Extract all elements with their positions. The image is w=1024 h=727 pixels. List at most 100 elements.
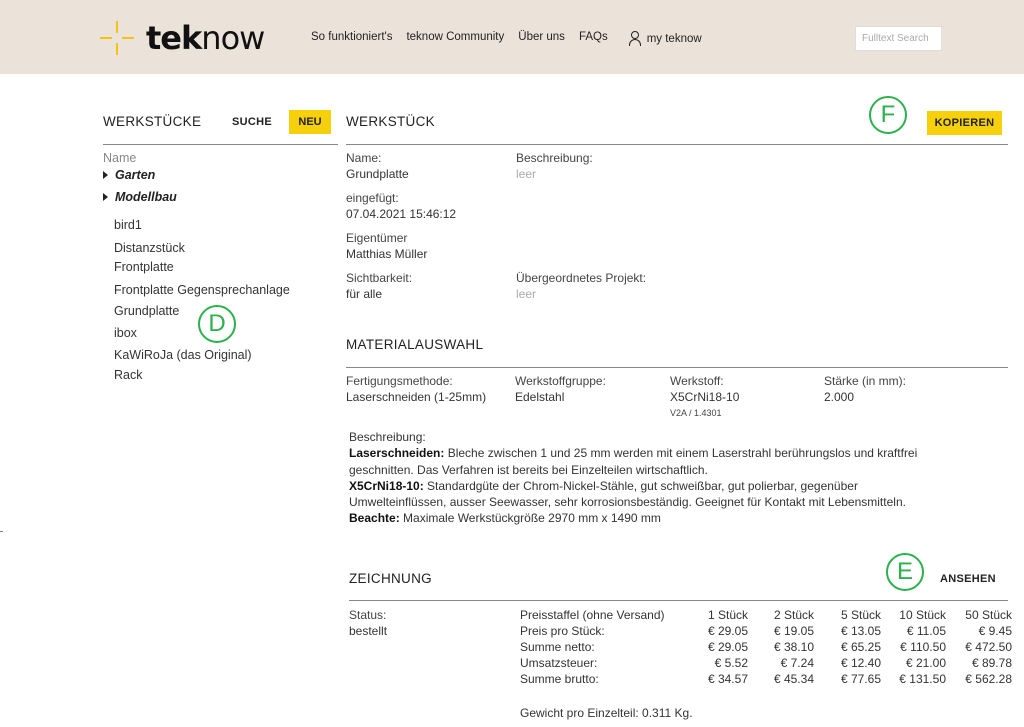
price-cell: € 110.50 [900,640,946,654]
price-cell: € 89.78 [971,656,1012,670]
price-cell: € 12.40 [840,656,881,670]
price-cell: € 562.28 [965,672,1012,686]
beschreibung-value: leer [516,167,537,181]
methode-value: Laserschneiden (1-25mm) [346,390,487,404]
price-cell: € 13.05 [840,624,881,638]
eingefuegt-label: eingefügt: [346,191,399,205]
price-cell: € 34.57 [707,672,748,686]
price-cell: € 19.05 [773,624,814,638]
site-header: teknow So funktioniert's teknow Communit… [0,0,1024,74]
sichtbarkeit-value: für alle [346,287,383,301]
teknow-logo[interactable]: teknow [100,18,265,58]
steel-desc: X5CrNi18-10: Standardgüte der Chrom-Nick… [349,478,906,510]
price-cell: € 9.45 [978,624,1012,638]
list-item[interactable]: Rack [114,368,142,382]
price-cell: € 5.52 [714,656,748,670]
price-cell: € 65.25 [840,640,881,654]
zeichnung-title: ZEICHNUNG [349,571,432,586]
column-header-name[interactable]: Name [103,151,136,165]
price-cell: € 472.50 [965,640,1012,654]
nav-ueber-uns[interactable]: Über uns [518,31,565,46]
edge-mark [0,531,3,532]
gewicht-text: Gewicht pro Einzelteil: 0.311 Kg. [520,706,693,720]
expand-arrow-icon [103,193,108,201]
ansehen-button[interactable]: ANSEHEN [940,573,996,585]
fulltext-search-input[interactable]: Fulltext Search [855,26,942,51]
divider [346,144,1008,145]
list-item[interactable]: Distanzstück [114,241,185,255]
expand-arrow-icon [103,171,108,179]
list-item[interactable]: ibox [114,326,137,340]
logo-text: teknow [146,19,265,57]
eingefuegt-value: 07.04.2021 15:46:12 [346,207,457,221]
staerke-value: 2.000 [824,390,855,404]
gruppe-label: Werkstoffgruppe: [515,374,606,388]
projekt-value: leer [516,287,537,301]
price-header-label: Preisstaffel (ohne Versand) [520,608,665,622]
my-teknow-label: my teknow [646,32,702,45]
price-cell: € 45.34 [773,672,814,686]
price-cell: € 21.00 [905,656,946,670]
col-5: 5 Stück [840,608,881,622]
divider [103,144,338,145]
annotation-f: F [869,96,907,134]
list-item[interactable]: Frontplatte Gegensprechanlage [114,283,290,297]
nav-community[interactable]: teknow Community [406,31,504,46]
nav-faqs[interactable]: FAQs [579,31,608,46]
user-icon [628,31,642,46]
col-1: 1 Stück [707,608,748,622]
divider [346,367,1008,368]
price-cell: € 7.24 [780,656,814,670]
folder-garten[interactable]: Garten [103,168,155,182]
werkstoff-value: X5CrNi18-10 [670,390,740,404]
material-description: Beschreibung: Laserschneiden: Bleche zwi… [349,429,939,527]
row-label: Umsatzsteuer: [520,656,598,670]
methode-label: Fertigungsmethode: [346,374,453,388]
annotation-e: E [886,553,924,591]
neu-button[interactable]: NEU [289,110,331,134]
name-label: Name: [346,151,382,165]
folder-label: Modellbau [115,190,177,204]
list-item[interactable]: Frontplatte [114,260,174,274]
col-10: 10 Stück [899,608,946,622]
werkstueck-title: WERKSTÜCK [346,114,435,129]
status-value: bestellt [349,624,388,638]
note-desc: Beachte: Maximale Werkstückgröße 2970 mm… [349,511,661,526]
eigentuemer-value: Matthias Müller [346,247,428,261]
col-2: 2 Stück [773,608,814,622]
price-cell: € 11.05 [906,624,946,638]
price-cell: € 38.10 [773,640,814,654]
list-item[interactable]: bird1 [114,218,142,232]
status-label: Status: [349,608,387,622]
nav-so-funktionierts[interactable]: So funktioniert's [311,31,392,46]
gruppe-value: Edelstahl [515,390,565,404]
projekt-label: Übergeordnetes Projekt: [516,271,647,285]
sichtbarkeit-label: Sichtbarkeit: [346,271,413,285]
price-cell: € 29.05 [707,640,748,654]
folder-label: Garten [115,168,156,182]
werkstoff-sub: V2A / 1.4301 [670,408,722,418]
kopieren-button[interactable]: KOPIEREN [927,111,1002,135]
price-cell: € 77.65 [840,672,881,686]
list-item[interactable]: KaWiRoJa (das Original) [114,348,252,362]
list-item[interactable]: Grundplatte [114,304,179,318]
eigentuemer-label: Eigentümer [346,231,408,245]
annotation-d: D [198,305,236,343]
materialauswahl-title: MATERIALAUSWAHL [346,337,484,352]
folder-modellbau[interactable]: Modellbau [103,190,177,204]
name-value: Grundplatte [346,167,409,181]
price-cell: € 29.05 [707,624,748,638]
staerke-label: Stärke (in mm): [824,374,907,388]
suche-button[interactable]: SUCHE [232,116,272,128]
laser-desc: Laserschneiden: Bleche zwischen 1 und 25… [349,446,918,477]
nav-my-teknow[interactable]: my teknow [628,31,702,46]
row-label: Summe brutto: [520,672,599,686]
main-nav: So funktioniert's teknow Community Über … [311,31,702,46]
row-label: Preis pro Stück: [520,624,605,638]
beschreibung-label: Beschreibung: [516,151,593,165]
desc-label: Beschreibung: [349,430,426,444]
werkstoff-label: Werkstoff: [670,374,724,388]
werkstuecke-title: WERKSTÜCKE [103,114,202,129]
row-label: Summe netto: [520,640,595,654]
logo-cross-icon [100,21,134,55]
